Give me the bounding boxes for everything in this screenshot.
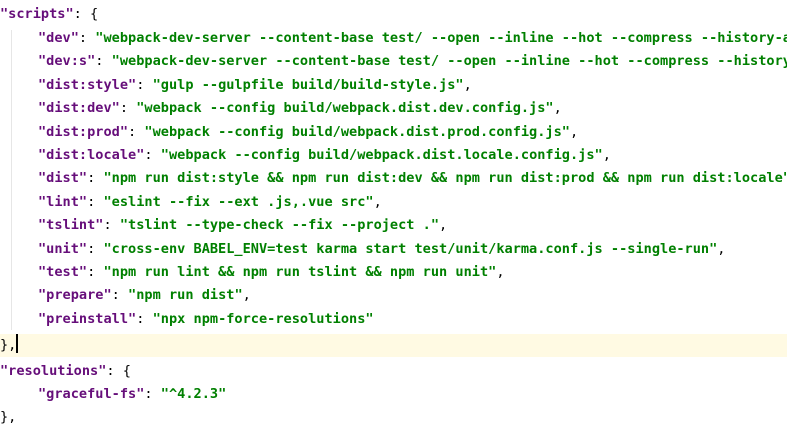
- code-key: "prepare": [38, 287, 112, 304]
- code-line-script-entry: "prepare": "npm run dist",: [0, 284, 787, 307]
- code-punctuation: ,: [553, 100, 562, 117]
- code-punctuation: :: [128, 123, 145, 140]
- code-key: "graceful-fs": [38, 386, 145, 402]
- code-key: "preinstall": [38, 310, 137, 327]
- code-line-script-entry: "dist:prod": "webpack --config build/web…: [0, 121, 787, 144]
- code-punctuation: ,: [439, 217, 448, 234]
- code-string: "npm run dist": [128, 287, 243, 304]
- code-string: "webpack --config build/webpack.dist.pro…: [144, 123, 570, 140]
- code-line-script-entry: "tslint": "tslint --type-check --fix --p…: [0, 214, 787, 237]
- code-key: "dist:prod": [38, 123, 129, 140]
- code-punctuation: },: [0, 409, 17, 425]
- code-string: "webpack --config build/webpack.dist.dev…: [136, 100, 554, 117]
- code-punctuation: :: [87, 170, 104, 187]
- code-key: "tslint": [38, 217, 104, 234]
- code-line-script-entry: "unit": "cross-env BABEL_ENV=test karma …: [0, 238, 787, 261]
- code-punctuation: :: [119, 100, 137, 117]
- code-punctuation: : {: [73, 6, 99, 22]
- code-punctuation: ,: [717, 240, 726, 257]
- code-line-resolutions-close: },: [0, 406, 787, 429]
- code-line-graceful-fs: "graceful-fs": "^4.2.3": [0, 383, 787, 406]
- code-punctuation: ,: [463, 76, 472, 93]
- code-punctuation: :: [144, 147, 161, 163]
- code-string: "npm run dist:style && npm run dist:dev …: [103, 170, 787, 187]
- code-punctuation: ,: [496, 264, 505, 280]
- code-string: "webpack --config build/webpack.dist.loc…: [160, 147, 603, 163]
- code-line-script-entry: "preinstall": "npx npm-force-resolutions…: [0, 308, 787, 331]
- code-string: "gulp --gulpfile build/build-style.js": [152, 76, 464, 93]
- code-key: "dist:dev": [38, 100, 120, 117]
- code-line-script-entry: "dist:style": "gulp --gulpfile build/bui…: [0, 74, 787, 97]
- code-line-script-entry: "dev": "webpack-dev-server --content-bas…: [0, 27, 787, 50]
- code-punctuation: :: [87, 240, 104, 257]
- code-string: "eslint --fix --ext .js,.vue src": [103, 193, 374, 210]
- code-string: "webpack-dev-server --content-base test/…: [95, 30, 787, 46]
- code-punctuation: :: [144, 386, 161, 402]
- code-line-script-entry: "dist:locale": "webpack --config build/w…: [0, 144, 787, 167]
- code-line-scripts-open: "scripts": {: [0, 3, 787, 26]
- code-key: "dev:s": [38, 53, 96, 70]
- code-key: "dist": [38, 170, 88, 187]
- code-punctuation: ,: [602, 147, 611, 163]
- code-string: "cross-env BABEL_ENV=test karma start te…: [103, 240, 718, 257]
- code-line-script-entry: "test": "npm run lint && npm run tslint …: [0, 261, 787, 284]
- code-key: "resolutions": [0, 363, 107, 379]
- code-punctuation: : {: [106, 363, 131, 379]
- code-punctuation: ,: [242, 287, 251, 304]
- code-line-scripts-close[interactable]: },: [0, 334, 787, 357]
- code-string: "^4.2.3": [160, 386, 227, 402]
- code-punctuation: :: [87, 264, 104, 280]
- text-cursor: [16, 334, 19, 353]
- code-key: "scripts": [0, 6, 74, 22]
- code-string: "webpack-dev-server --content-base test/…: [111, 53, 787, 70]
- code-punctuation: :: [136, 310, 153, 327]
- code-key: "test": [38, 264, 88, 280]
- code-line-script-entry: "lint": "eslint --fix --ext .js,.vue src…: [0, 191, 787, 214]
- code-punctuation: :: [87, 193, 104, 210]
- code-punctuation: ,: [569, 123, 579, 140]
- code-punctuation: :: [103, 217, 120, 234]
- code-line-script-entry: "dist": "npm run dist:style && npm run d…: [0, 167, 787, 190]
- code-punctuation: :: [95, 53, 112, 70]
- code-line-resolutions-open: "resolutions": {: [0, 360, 787, 383]
- code-key: "dist:style": [38, 76, 137, 93]
- code-string: "tslint --type-check --fix --project .": [119, 217, 440, 234]
- code-string: "npx npm-force-resolutions": [152, 310, 374, 327]
- code-line-script-entry: "dist:dev": "webpack --config build/webp…: [0, 97, 787, 120]
- code-punctuation: ,: [373, 193, 382, 210]
- code-line-script-entry: "dev:s": "webpack-dev-server --content-b…: [0, 50, 787, 73]
- code-punctuation: :: [111, 287, 129, 304]
- code-key: "dev": [38, 30, 79, 46]
- code-punctuation: :: [136, 76, 153, 93]
- code-string: "npm run lint && npm run tslint && npm r…: [103, 264, 497, 280]
- code-key: "unit": [38, 240, 88, 257]
- code-punctuation: },: [0, 337, 17, 353]
- code-punctuation: :: [78, 30, 96, 46]
- code-editor[interactable]: "scripts": { "dev": "webpack-dev-server …: [0, 0, 787, 434]
- code-key: "dist:locale": [38, 147, 145, 163]
- code-key: "lint": [38, 193, 88, 210]
